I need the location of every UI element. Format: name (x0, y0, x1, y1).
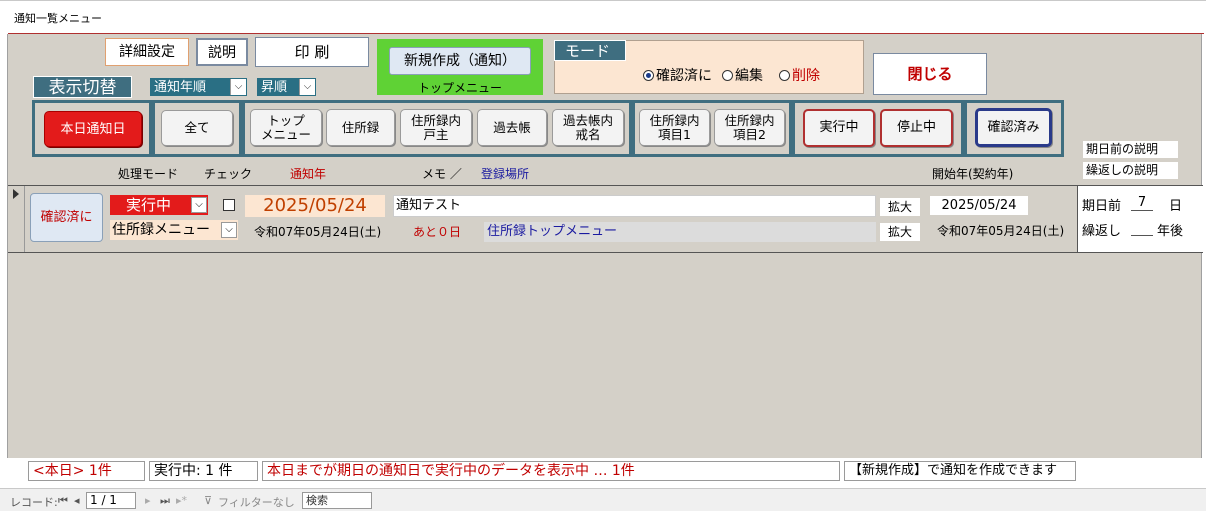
notify-date-jp: 令和07年05月24日(土) (254, 225, 382, 239)
running-button[interactable]: 実行中 (803, 109, 875, 147)
print-button[interactable]: 印 刷 (255, 37, 369, 67)
filter-status[interactable]: フィルターなし (218, 494, 295, 510)
item2-button[interactable]: 住所録内 項目2 (714, 109, 785, 146)
top-menu-button[interactable]: トップ メニュー (250, 109, 322, 146)
status-message: 本日までが期日の通知日で実行中のデータを表示中 … 1件 (262, 461, 840, 481)
check-checkbox[interactable] (223, 199, 235, 211)
chevron-down-icon[interactable]: ⌵ (221, 222, 237, 238)
close-button[interactable]: 閉じる (873, 53, 987, 95)
today-button[interactable]: 本日通知日 (44, 111, 142, 147)
status-value: 実行中 (126, 196, 172, 214)
last-record-icon[interactable]: ⏭ (160, 494, 170, 508)
mode-option-edit[interactable]: 編集 (722, 65, 763, 85)
memo-field[interactable]: 通知テスト (393, 195, 876, 217)
new-create-panel: 新規作成（通知） トップメニュー (377, 39, 543, 95)
expand-memo-button[interactable]: 拡大 (880, 198, 920, 216)
table-row: 確認済に 実行中 ⌵ 住所録メニュー ⌵ 2025/05/24 令和07年05月… (8, 185, 1203, 253)
sort-order-select[interactable]: 昇順 ⌵ (257, 78, 316, 96)
col-check-header: チェック (204, 167, 253, 181)
record-label: レコード: (10, 496, 58, 509)
record-position-field[interactable]: 1 / 1 (86, 492, 136, 509)
col-location-header: 登録場所 (481, 167, 530, 181)
repeat-unit: 年後 (1157, 224, 1184, 239)
chevron-down-icon[interactable]: ⌵ (191, 197, 207, 213)
record-right-panel: 期日前 7 日 繰返し 年後 (1077, 186, 1203, 252)
form-body: 詳細設定 説明 印 刷 新規作成（通知） トップメニュー モード 確認済に 編集… (7, 34, 1203, 458)
start-date-field[interactable]: 2025/05/24 (930, 196, 1028, 215)
col-memo-header: メモ ／ (422, 167, 462, 181)
item1-button[interactable]: 住所録内 項目1 (639, 109, 710, 146)
col-start-year-header: 開始年(契約年) (932, 167, 1014, 181)
repeat-value[interactable] (1131, 220, 1153, 236)
mode-option-label: 確認済に (656, 68, 712, 84)
confirmed-button[interactable]: 確認済み (975, 108, 1052, 147)
filter-icon[interactable]: ⊽ (204, 494, 212, 507)
status-bar: <本日> 1件 実行中: 1 件 本日までが期日の通知日で実行中のデータを表示中… (0, 458, 1206, 488)
status-hint: 【新規作成】で通知を作成できます (844, 461, 1076, 481)
sort-order-value: 昇順 (261, 80, 288, 95)
start-date-jp: 令和07年05月24日(土) (937, 224, 1065, 238)
before-due-unit: 日 (1169, 199, 1183, 214)
running-count: 実行中: 1 件 (149, 461, 258, 481)
top-border (0, 0, 1206, 1)
detail-settings-button[interactable]: 詳細設定 (105, 38, 189, 66)
mode-label: モード (554, 40, 626, 61)
mode-option-confirm[interactable]: 確認済に (643, 65, 712, 85)
new-record-icon[interactable]: ▸* (176, 494, 187, 507)
record-pointer-icon (13, 189, 19, 199)
new-create-button[interactable]: 新規作成（通知） (389, 47, 531, 75)
radio-empty-icon (779, 69, 790, 81)
address-book-button[interactable]: 住所録 (326, 109, 395, 146)
radio-empty-icon (722, 69, 733, 81)
before-due-explain-link[interactable]: 期日前の説明 (1083, 141, 1178, 158)
status-select[interactable]: 実行中 ⌵ (110, 195, 208, 215)
confirm-record-button[interactable]: 確認済に (30, 193, 103, 242)
mode-option-label: 編集 (735, 68, 763, 84)
location-field[interactable]: 住所録トップメニュー (484, 222, 876, 242)
mode-option-delete[interactable]: 削除 (779, 65, 820, 85)
explain-button[interactable]: 説明 (196, 38, 248, 66)
chevron-down-icon[interactable]: ⌵ (299, 79, 315, 95)
sort-field-select[interactable]: 通知年順 ⌵ (150, 78, 247, 96)
record-navigation-bar: レコード: ⏮ ◂ 1 / 1 ▸ ⏭ ▸* ⊽ フィルターなし 検索 (0, 488, 1206, 511)
search-input[interactable]: 検索 (302, 492, 372, 509)
repeat-explain-link[interactable]: 繰返しの説明 (1083, 162, 1178, 179)
death-register-button[interactable]: 過去帳 (477, 109, 547, 146)
notify-date-field[interactable]: 2025/05/24 (245, 195, 385, 217)
radio-selected-icon (643, 69, 654, 81)
before-due-value[interactable]: 7 (1131, 195, 1153, 211)
top-menu-caption: トップメニュー (417, 81, 502, 95)
mode-option-label: 削除 (792, 68, 820, 84)
category-value: 住所録メニュー (112, 222, 210, 238)
chevron-down-icon[interactable]: ⌵ (230, 79, 246, 95)
before-due-label: 期日前 (1082, 199, 1122, 214)
first-record-icon[interactable]: ⏮ (58, 494, 68, 508)
prev-record-icon[interactable]: ◂ (74, 494, 80, 507)
form-tab-title[interactable]: 通知一覧メニュー (8, 6, 102, 32)
col-notify-year-header: 通知年 (290, 167, 327, 181)
display-switch-label: 表示切替 (33, 76, 132, 98)
today-count: <本日> 1件 (28, 461, 145, 481)
next-record-icon[interactable]: ▸ (145, 494, 151, 507)
remaining-days: あと０日 (412, 225, 461, 239)
category-select[interactable]: 住所録メニュー ⌵ (110, 220, 238, 240)
mode-options: 確認済に 編集 削除 (643, 65, 820, 85)
household-head-button[interactable]: 住所録内 戸主 (400, 109, 472, 146)
record-selector[interactable] (8, 186, 25, 252)
col-mode-header: 処理モード (118, 167, 179, 181)
all-button[interactable]: 全て (161, 110, 233, 146)
repeat-label: 繰返し (1082, 224, 1122, 239)
death-posthumous-button[interactable]: 過去帳内 戒名 (552, 109, 624, 146)
expand-location-button[interactable]: 拡大 (880, 223, 920, 241)
stopped-button[interactable]: 停止中 (880, 109, 953, 147)
sort-field-value: 通知年順 (154, 80, 207, 95)
